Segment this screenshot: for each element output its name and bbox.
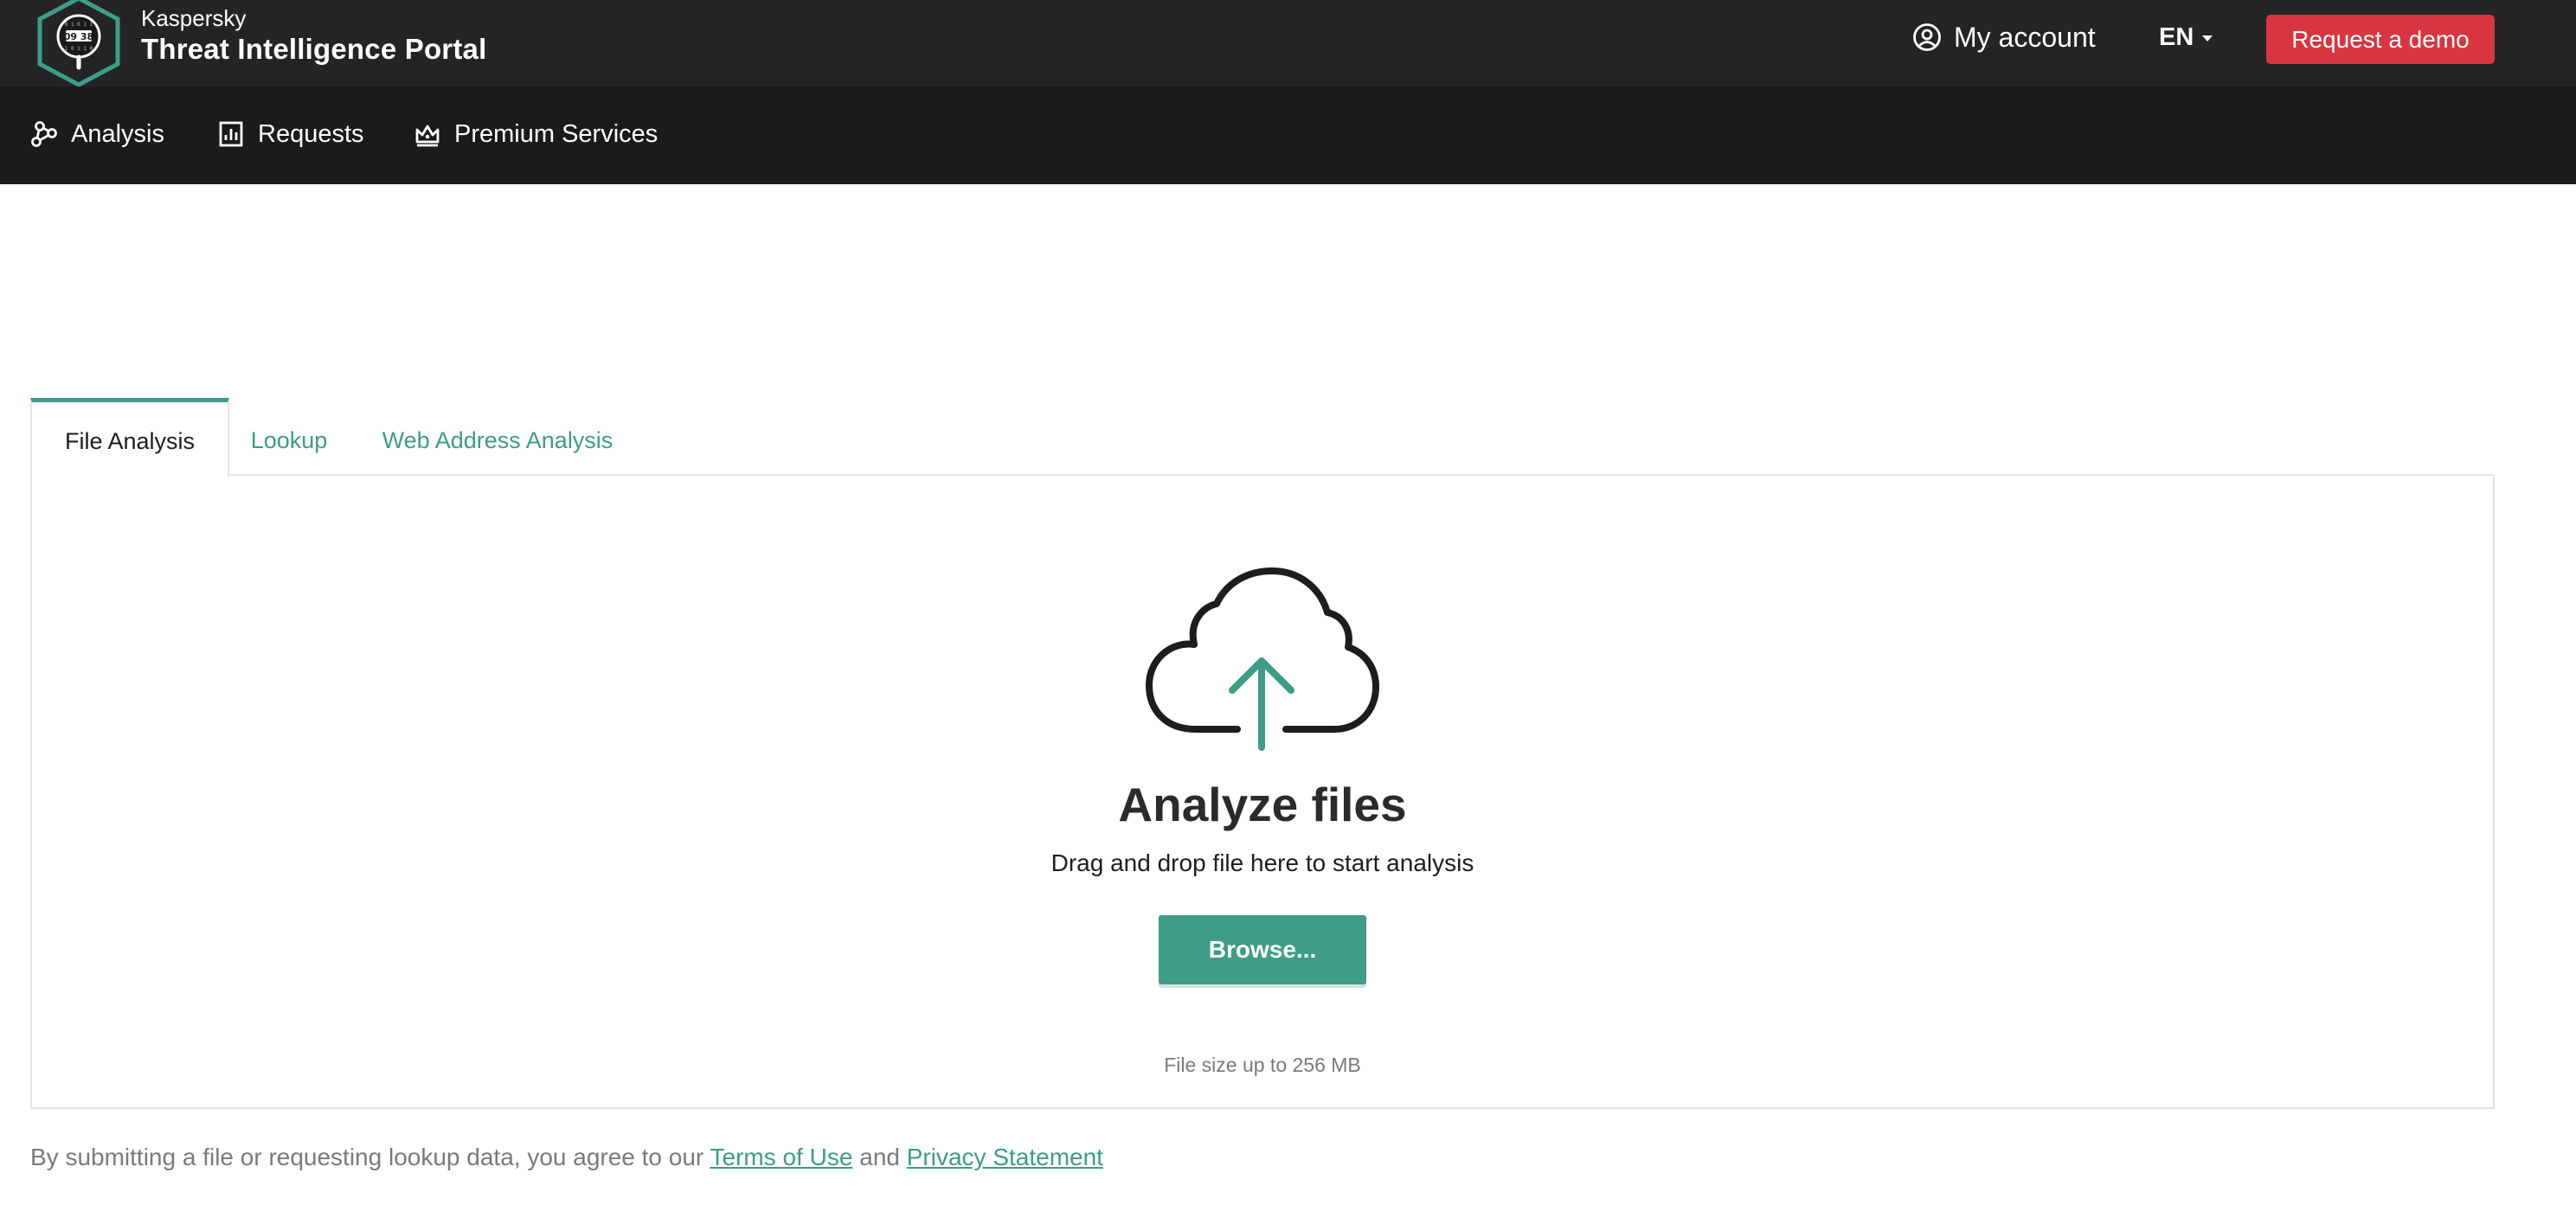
cloud-upload-icon [1146,567,1379,751]
user-circle-icon [1913,23,1941,51]
my-account-link[interactable]: My account [1912,17,2096,57]
nav-label-premium-services: Premium Services [454,119,658,148]
nav-item-premium-services[interactable]: Premium Services [413,112,658,156]
nav-label-analysis: Analysis [71,119,164,148]
kaspersky-tip-logo-icon[interactable]: 09 38 0 1 0 1 1 1 0 1 1 0 [35,0,123,88]
nav-item-analysis[interactable]: Analysis [29,112,164,156]
svg-text:0 1 0 1 1: 0 1 0 1 1 [65,22,93,28]
terms-text-middle: and [852,1144,907,1170]
brand-company-name: Kaspersky [141,5,247,31]
svg-text:09 38: 09 38 [64,31,93,42]
terms-of-use-link[interactable]: Terms of Use [710,1144,853,1170]
report-chart-icon [219,121,243,147]
tab-lookup[interactable]: Lookup [229,398,349,474]
terms-agreement-notice: By submitting a file or requesting looku… [30,1144,1103,1171]
svg-text:1 0 1 1 0: 1 0 1 1 0 [65,46,93,52]
privacy-statement-link[interactable]: Privacy Statement [907,1144,1103,1170]
language-selector[interactable]: EN [2159,17,2213,57]
chevron-down-icon [2202,35,2213,42]
browse-button[interactable]: Browse... [1159,915,1366,984]
tab-web-address-analysis[interactable]: Web Address Analysis [372,398,623,474]
nav-label-requests: Requests [258,119,364,148]
tab-file-analysis[interactable]: File Analysis [30,398,229,477]
terms-text-before: By submitting a file or requesting looku… [30,1144,710,1170]
top-header-bar: 09 38 0 1 0 1 1 1 0 1 1 0 Kaspersky Thre… [0,0,2576,87]
request-demo-button[interactable]: Request a demo [2266,15,2495,64]
drag-drop-instructions: Drag and drop file here to start analysi… [1050,849,1474,876]
my-account-label: My account [1954,21,2096,53]
graph-nodes-icon [31,121,57,147]
crown-icon [415,125,440,147]
language-label: EN [2159,22,2194,51]
nav-item-requests[interactable]: Requests [216,112,364,156]
portal-title[interactable]: Threat Intelligence Portal [141,33,486,66]
main-nav-bar: Analysis Requests Premium Services [0,87,2576,184]
analyze-files-heading: Analyze files [1118,778,1407,831]
file-size-limit-note: File size up to 256 MB [1164,1054,1361,1076]
